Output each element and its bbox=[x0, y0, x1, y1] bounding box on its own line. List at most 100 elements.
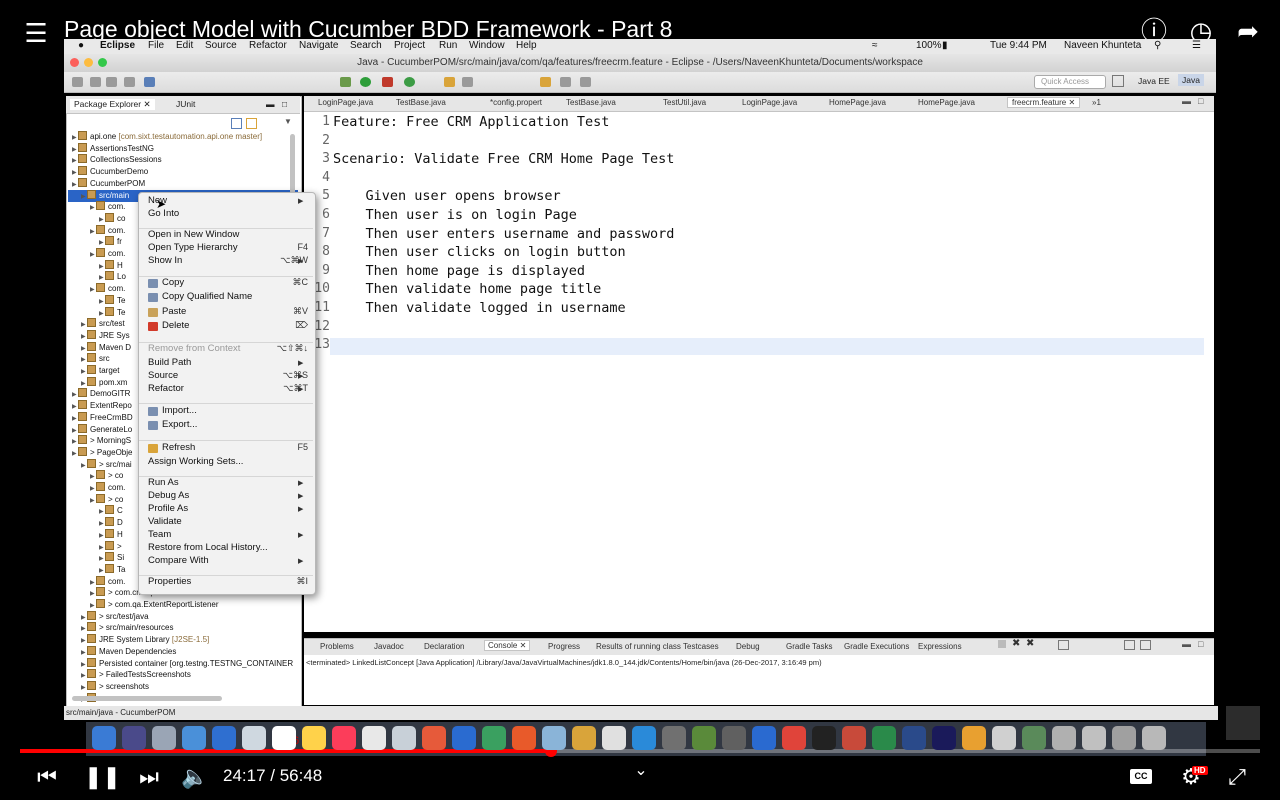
collapse-all-icon[interactable] bbox=[231, 118, 242, 129]
console-pin-icon[interactable] bbox=[1124, 640, 1135, 650]
code-line[interactable]: Given user opens browser bbox=[333, 188, 561, 204]
tree-item[interactable]: ▶ > com.qa.ExtentReportListener bbox=[90, 599, 219, 610]
tree-item[interactable]: ▶ DemoGITR bbox=[72, 388, 130, 399]
debug-icon[interactable] bbox=[340, 77, 351, 87]
save-icon[interactable] bbox=[90, 77, 101, 87]
tree-item[interactable]: ▶ > src/main/resources bbox=[81, 622, 173, 633]
tree-item[interactable]: ▶ Lo bbox=[99, 271, 126, 282]
editor-tab[interactable]: HomePage.java bbox=[829, 98, 886, 107]
dock-app-icon[interactable] bbox=[752, 726, 776, 750]
tree-item[interactable]: ▶ Si bbox=[99, 552, 124, 563]
dock-app-icon[interactable] bbox=[302, 726, 326, 750]
minimize-window-button[interactable] bbox=[84, 58, 93, 67]
context-menu-item[interactable]: Copy Qualified Name bbox=[162, 291, 252, 302]
console-open-icon[interactable] bbox=[1140, 640, 1151, 650]
tab-package-explorer[interactable]: Package Explorer ✕ bbox=[70, 99, 155, 110]
tree-item[interactable]: ▶ JRE System Library [J2SE-1.5] bbox=[81, 634, 209, 645]
context-menu-item[interactable]: Debug As bbox=[148, 490, 189, 501]
clock[interactable]: Tue 9:44 PM bbox=[990, 40, 1047, 51]
dock-app-icon[interactable] bbox=[932, 726, 956, 750]
new-class-icon[interactable] bbox=[404, 77, 415, 87]
next-icon[interactable]: ⏭ bbox=[134, 764, 164, 790]
tree-item[interactable]: ▶ > co bbox=[90, 493, 123, 505]
dock-app-icon[interactable] bbox=[662, 726, 686, 750]
tree-item[interactable]: ▶ Persisted container [org.testng.TESTNG_… bbox=[81, 657, 293, 669]
dock-app-icon[interactable] bbox=[542, 726, 566, 750]
external-tools-icon[interactable] bbox=[382, 77, 393, 87]
tree-horizontal-scrollbar[interactable] bbox=[72, 696, 222, 701]
dock-app-icon[interactable] bbox=[722, 726, 746, 750]
editor-tab[interactable]: »1 bbox=[1092, 98, 1101, 107]
context-menu-item[interactable]: Delete bbox=[162, 320, 189, 331]
close-window-button[interactable] bbox=[70, 58, 79, 67]
editor-tab[interactable]: TestBase.java bbox=[566, 98, 616, 107]
dock-app-icon[interactable] bbox=[572, 726, 596, 750]
context-menu-item[interactable]: Copy bbox=[162, 277, 184, 288]
tree-item[interactable]: ▶ ExtentRepo bbox=[72, 400, 132, 411]
dock-app-icon[interactable] bbox=[452, 726, 476, 750]
menubar-file[interactable]: File bbox=[148, 40, 164, 51]
context-menu-item[interactable]: Restore from Local History... bbox=[148, 542, 268, 553]
tree-item[interactable]: ▶ Maven D bbox=[81, 341, 131, 353]
exit-fullscreen-icon[interactable]: ⤢ bbox=[1222, 764, 1252, 790]
console-terminate-icon[interactable] bbox=[998, 640, 1006, 648]
context-menu-item[interactable]: Open Type Hierarchy bbox=[148, 242, 238, 253]
bottom-tab[interactable]: Gradle Tasks bbox=[786, 642, 833, 651]
minimize-icon[interactable]: ▬ bbox=[266, 99, 275, 109]
dock-app-icon[interactable] bbox=[512, 726, 536, 750]
dock-app-icon[interactable] bbox=[692, 726, 716, 750]
tree-item[interactable]: ▶ Te bbox=[99, 294, 125, 306]
console-minimize-icon[interactable]: ▬ bbox=[1182, 639, 1191, 649]
tree-item[interactable]: ▶ CollectionsSessions bbox=[72, 154, 162, 165]
print-icon[interactable] bbox=[124, 77, 135, 87]
console-remove-icon[interactable]: ✖ bbox=[1012, 638, 1020, 649]
user-name[interactable]: Naveen Khunteta bbox=[1064, 40, 1141, 51]
context-menu-item[interactable]: Team bbox=[148, 529, 171, 540]
context-menu-item[interactable]: Run As bbox=[148, 477, 179, 488]
context-menu-item[interactable]: Assign Working Sets... bbox=[148, 456, 243, 467]
open-perspective-icon[interactable] bbox=[1112, 75, 1124, 87]
tree-item[interactable]: ▶ co bbox=[99, 212, 125, 224]
editor-maximize-icon[interactable]: □ bbox=[1198, 96, 1203, 106]
dock-app-icon[interactable] bbox=[152, 726, 176, 750]
context-menu-item[interactable]: Import... bbox=[162, 405, 197, 416]
dock-app-icon[interactable] bbox=[962, 726, 986, 750]
dock-app-icon[interactable] bbox=[212, 726, 236, 750]
dock-app-icon[interactable] bbox=[122, 726, 146, 750]
tree-item[interactable]: ▶ > FailedTestsScreenshots bbox=[81, 669, 191, 680]
spotlight-icon[interactable]: ⚲ bbox=[1154, 40, 1161, 51]
menubar-search[interactable]: Search bbox=[350, 40, 382, 51]
tree-item[interactable]: ▶ com. bbox=[90, 482, 125, 493]
editor-tab[interactable]: *config.propert bbox=[490, 98, 542, 107]
menubar-navigate[interactable]: Navigate bbox=[299, 40, 338, 51]
console-maximize-icon[interactable]: □ bbox=[1198, 639, 1203, 649]
dock-app-icon[interactable] bbox=[92, 726, 116, 750]
bottom-tab[interactable]: Progress bbox=[548, 642, 580, 651]
context-menu-item[interactable]: Refresh bbox=[162, 442, 195, 453]
code-line[interactable]: Then home page is displayed bbox=[333, 263, 585, 279]
tree-item[interactable]: ▶ AssertionsTestNG bbox=[72, 142, 154, 154]
dock-app-icon[interactable] bbox=[332, 726, 356, 750]
tree-item[interactable]: ▶ target bbox=[81, 365, 119, 376]
bottom-tab[interactable]: Problems bbox=[320, 642, 354, 651]
tree-item[interactable]: ▶ JRE Sys bbox=[81, 329, 130, 341]
bottom-tab[interactable]: Console ✕ bbox=[484, 640, 531, 651]
tree-item[interactable]: ▶ src/main bbox=[81, 189, 129, 201]
share-icon[interactable]: ➦ bbox=[1232, 16, 1264, 46]
dock-app-icon[interactable] bbox=[902, 726, 926, 750]
tree-item[interactable]: ▶ D bbox=[99, 517, 123, 528]
dock-app-icon[interactable] bbox=[602, 726, 626, 750]
menubar-window[interactable]: Window bbox=[469, 40, 505, 51]
tree-item[interactable]: ▶ > src/mai bbox=[81, 458, 132, 470]
quick-access-input[interactable]: Quick Access bbox=[1034, 75, 1106, 89]
tree-item[interactable]: ▶ > PageObje bbox=[72, 446, 132, 458]
dock-app-icon[interactable] bbox=[272, 726, 296, 750]
menubar-run[interactable]: Run bbox=[439, 40, 457, 51]
close-icon[interactable]: ✕ bbox=[1066, 98, 1075, 107]
tree-item[interactable]: ▶ > co bbox=[90, 470, 123, 481]
context-menu-item[interactable]: Paste bbox=[162, 306, 186, 317]
context-menu-item[interactable]: Show In bbox=[148, 255, 182, 266]
code-line[interactable]: Then user enters username and password bbox=[333, 226, 675, 242]
editor-tab[interactable]: freecrm.feature ✕ bbox=[1007, 97, 1081, 108]
tree-item[interactable]: ▶ > screenshots bbox=[81, 680, 149, 692]
